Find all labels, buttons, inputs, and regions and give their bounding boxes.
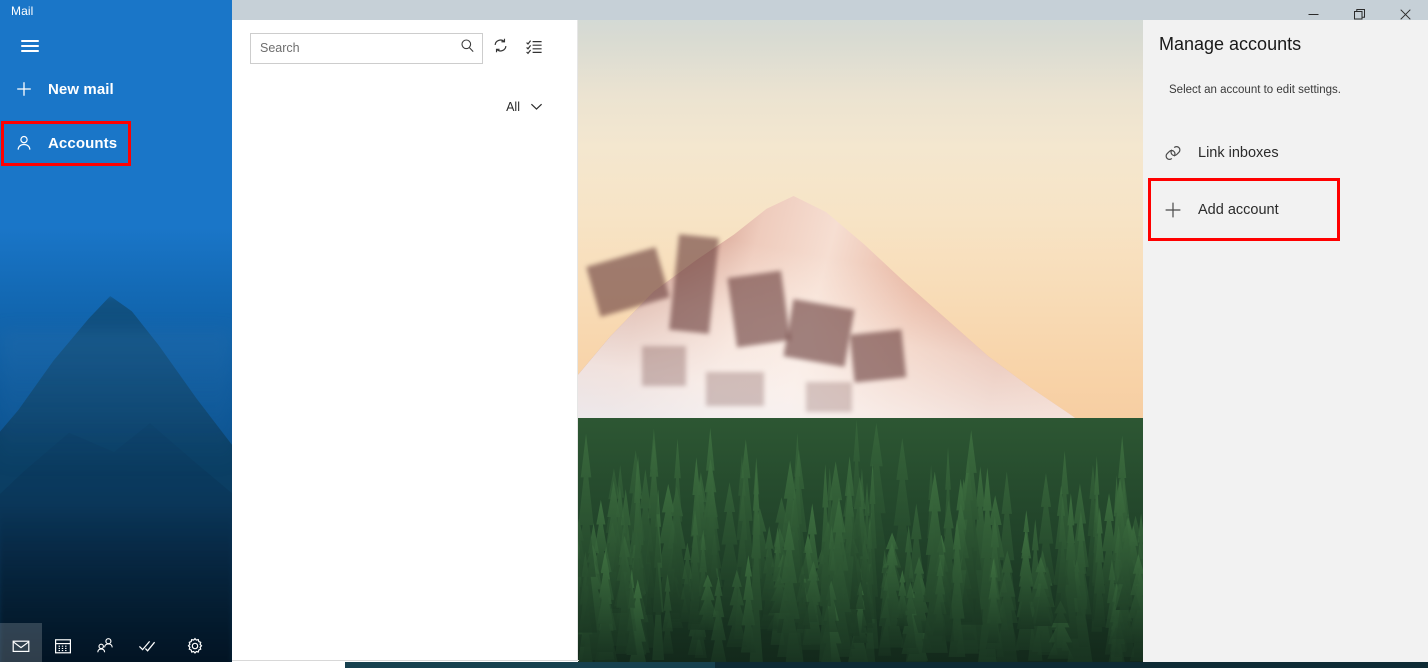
selection-mode-icon [525, 37, 543, 60]
sidebar-item-accounts[interactable]: Accounts [0, 121, 232, 165]
pane-subtitle: Select an account to edit settings. [1169, 84, 1341, 96]
manage-accounts-pane: Manage accounts Select an account to edi… [1143, 20, 1428, 668]
message-list-pane: All [232, 20, 578, 661]
app-title: Mail [11, 4, 34, 18]
search-icon[interactable] [460, 38, 475, 58]
plus-icon [0, 80, 48, 98]
item-label: Link inboxes [1198, 145, 1279, 161]
restore-button[interactable] [1336, 0, 1382, 28]
page-title: Manage accounts [1159, 34, 1302, 54]
scrollbar-thumb[interactable] [345, 662, 715, 668]
navigation-sidebar: Mail New mail Accounts [0, 0, 232, 668]
hamburger-menu-icon[interactable] [8, 31, 52, 61]
sync-button[interactable] [483, 33, 517, 64]
list-pane-divider [232, 660, 579, 661]
filter-label: All [506, 100, 520, 114]
search-input[interactable] [251, 33, 446, 63]
link-icon [1148, 143, 1198, 163]
sidebar-item-label: New mail [48, 80, 114, 98]
window-controls [1290, 0, 1428, 28]
sidebar-item-new-mail[interactable]: New mail [0, 67, 232, 111]
mail-app-window: Mail New mail Accounts Search All Manage… [0, 0, 1428, 668]
message-filter[interactable]: All [506, 98, 543, 116]
close-button[interactable] [1382, 0, 1428, 28]
sidebar-item-label: Accounts [48, 134, 118, 152]
minimize-icon [1308, 9, 1319, 20]
minimize-button[interactable] [1290, 0, 1336, 28]
reading-pane-background-photo [578, 0, 1143, 668]
add-account-button[interactable]: Add account [1148, 188, 1423, 232]
bottom-filler [0, 662, 345, 668]
chevron-down-icon [530, 98, 543, 116]
item-label: Add account [1198, 202, 1279, 218]
search-toolbar-row [232, 31, 578, 65]
title-bar [232, 0, 1428, 20]
plus-icon [1148, 200, 1198, 220]
close-icon [1399, 8, 1411, 20]
link-inboxes-button[interactable]: Link inboxes [1148, 131, 1423, 175]
sync-icon [492, 37, 509, 59]
selection-mode-button[interactable] [517, 33, 551, 64]
horizontal-scrollbar[interactable] [345, 662, 1428, 668]
forest-illustration [578, 418, 1143, 668]
restore-icon [1353, 8, 1365, 20]
search-box[interactable] [250, 32, 483, 64]
person-icon [0, 134, 48, 152]
